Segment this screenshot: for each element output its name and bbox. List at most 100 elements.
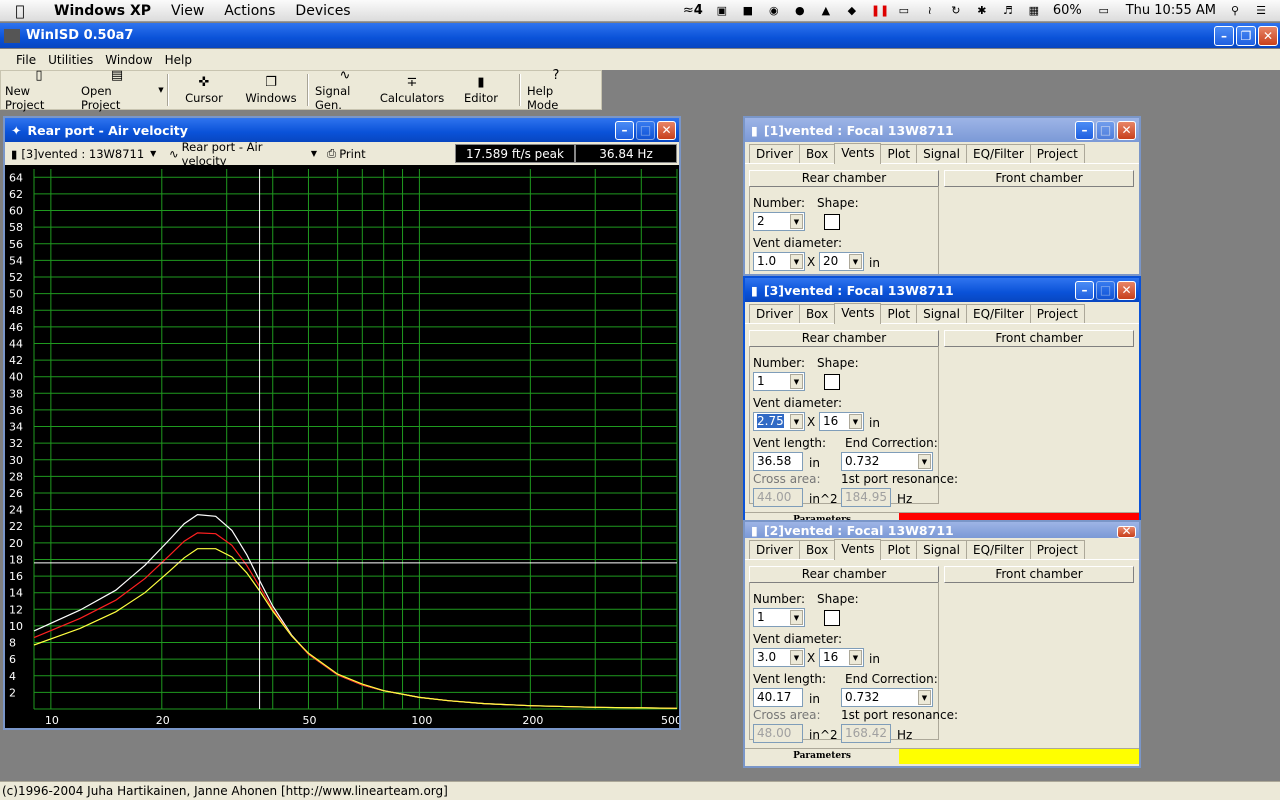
editor-button[interactable]: ▮ Editor [445, 71, 517, 109]
app-icon[interactable] [4, 28, 20, 43]
tab-signal[interactable]: Signal [916, 540, 967, 559]
tab-project[interactable]: Project [1029, 540, 1085, 559]
tab-vents[interactable]: Vents [834, 303, 882, 324]
tray-icon-2[interactable]: ■ [741, 4, 755, 17]
tab-box[interactable]: Box [798, 144, 836, 163]
mac-menu-actions[interactable]: Actions [214, 3, 285, 19]
close-button[interactable]: ✕ [1117, 280, 1136, 300]
battery-percent[interactable]: 60% [1053, 3, 1082, 18]
graph-minimize-button[interactable]: – [615, 120, 634, 140]
vent-diameter-value[interactable]: 2.75 [757, 414, 784, 428]
tab-eq-filter[interactable]: EQ/Filter [965, 144, 1031, 163]
shield-icon[interactable]: ▲ [819, 4, 833, 17]
front-chamber-button[interactable]: Front chamber [944, 330, 1134, 347]
number-select[interactable]: 1 ▼ [753, 372, 805, 391]
tab-signal[interactable]: Signal [916, 144, 967, 163]
menu-help[interactable]: Help [159, 53, 198, 67]
tab-driver[interactable]: Driver [749, 144, 800, 163]
calendar-icon[interactable]: ▦ [1027, 4, 1041, 17]
maximize-button[interactable]: □ [1096, 280, 1115, 300]
minimize-button[interactable]: – [1075, 120, 1094, 140]
project-window-2-title-bar[interactable]: ▮ [2]vented : Focal 13W8711 ✕ [745, 522, 1139, 538]
vent-diameter-select[interactable]: 3.0 ▼ [753, 648, 805, 667]
plot-area[interactable]: 2 4 6 8 10 12 14 16 18 20 22 24 26 28 30 32 34 36 38 40 42 44… [5, 165, 682, 728]
cursor-button[interactable]: ✜ Cursor [171, 71, 237, 109]
graph-window-title-bar[interactable]: ✦ Rear port - Air velocity – □ ✕ [5, 118, 679, 142]
tab-box[interactable]: Box [798, 540, 836, 559]
front-chamber-button[interactable]: Front chamber [944, 566, 1134, 583]
tray-icon-3[interactable]: ◉ [767, 4, 781, 17]
close-button[interactable]: ✕ [1117, 525, 1136, 538]
vent-count-select[interactable]: 20 ▼ [819, 252, 864, 271]
open-project-button[interactable]: ▤ Open Project [77, 68, 157, 112]
tray-icon-5[interactable]: ◆ [845, 4, 859, 17]
tab-project[interactable]: Project [1029, 144, 1085, 163]
vent-diameter-select[interactable]: 2.75 ▼ [753, 412, 805, 431]
timemachine-icon[interactable]: ↻ [949, 4, 963, 17]
graph-maximize-button[interactable]: □ [636, 120, 655, 140]
windows-button[interactable]: ❐ Windows [237, 71, 305, 109]
tab-driver[interactable]: Driver [749, 540, 800, 559]
tab-plot[interactable]: Plot [880, 144, 918, 163]
menu-file[interactable]: File [0, 53, 42, 67]
minimize-button[interactable]: – [1214, 25, 1234, 46]
tray-icon-4[interactable]: ● [793, 4, 807, 17]
maximize-button[interactable]: □ [1096, 120, 1115, 140]
number-select[interactable]: 2 ▼ [753, 212, 805, 231]
tab-driver[interactable]: Driver [749, 304, 800, 323]
project-window-1-title-bar[interactable]: ▮ [1]vented : Focal 13W8711 – □ ✕ [745, 118, 1139, 142]
end-correction-select[interactable]: 0.732 ▼ [841, 688, 933, 707]
close-button[interactable]: ✕ [1117, 120, 1136, 140]
front-chamber-button[interactable]: Front chamber [944, 170, 1134, 187]
project-select[interactable]: ▮ [3]vented : 13W8711 ▼ [11, 147, 159, 161]
number-select[interactable]: 1 ▼ [753, 608, 805, 627]
vent-diameter-select[interactable]: 1.0 ▼ [753, 252, 805, 271]
shape-selector[interactable] [824, 374, 840, 390]
graph-close-button[interactable]: ✕ [657, 120, 676, 140]
tab-plot[interactable]: Plot [880, 304, 918, 323]
vent-length-input[interactable]: 36.58 [753, 452, 803, 471]
open-project-dropdown[interactable]: ▼ [157, 71, 165, 109]
tab-signal[interactable]: Signal [916, 304, 967, 323]
mac-menu-view[interactable]: View [161, 3, 214, 19]
project-window-3-title-bar[interactable]: ▮ [3]vented : Focal 13W8711 – □ ✕ [745, 278, 1139, 302]
display-icon[interactable]: ▭ [897, 4, 911, 17]
restore-button[interactable]: ❐ [1236, 25, 1256, 46]
shape-selector[interactable] [824, 610, 840, 626]
tab-eq-filter[interactable]: EQ/Filter [965, 304, 1031, 323]
menu-window[interactable]: Window [99, 53, 158, 67]
clock[interactable]: Thu 10:55 AM [1126, 3, 1216, 18]
rear-chamber-button[interactable]: Rear chamber [749, 330, 939, 347]
volume-icon[interactable]: ♬ [1001, 4, 1015, 17]
print-button[interactable]: ⎙ Print [327, 146, 366, 161]
spotlight-search-icon[interactable]: ⚲ [1228, 4, 1242, 17]
vent-count-select[interactable]: 16 ▼ [819, 648, 864, 667]
apple-icon[interactable]:  [0, 2, 40, 20]
calculators-button[interactable]: ∓ Calculators [379, 71, 445, 109]
tab-vents[interactable]: Vents [834, 143, 882, 164]
mac-app-name[interactable]: Windows XP [40, 3, 161, 19]
end-correction-select[interactable]: 0.732 ▼ [841, 452, 933, 471]
adobe-icon[interactable]: ≈4 [683, 3, 703, 18]
new-project-button[interactable]: ▯ New Project [1, 68, 77, 112]
close-button[interactable]: ✕ [1258, 25, 1278, 46]
tab-vents[interactable]: Vents [834, 539, 882, 560]
tab-plot[interactable]: Plot [880, 540, 918, 559]
mac-menu-devices[interactable]: Devices [285, 3, 360, 19]
help-mode-button[interactable]: ? Help Mode [523, 68, 589, 112]
signal-gen-button[interactable]: ∿ Signal Gen. [311, 68, 379, 112]
minimize-button[interactable]: – [1075, 280, 1094, 300]
pause-icon[interactable]: ❚❚ [871, 4, 889, 17]
rear-chamber-button[interactable]: Rear chamber [749, 566, 939, 583]
tab-project[interactable]: Project [1029, 304, 1085, 323]
tray-icon-1[interactable]: ▣ [715, 4, 729, 17]
tab-eq-filter[interactable]: EQ/Filter [965, 540, 1031, 559]
air-velocity-chart[interactable]: 2468101214161820222426283032343638404244… [5, 165, 682, 728]
shape-selector[interactable] [824, 214, 840, 230]
graph-type-select[interactable]: ∿ Rear port - Air velocity ▼ [169, 140, 317, 168]
bluetooth-icon[interactable]: ✱ [975, 4, 989, 17]
vent-length-input[interactable]: 40.17 [753, 688, 803, 707]
menu-utilities[interactable]: Utilities [42, 53, 99, 67]
tab-box[interactable]: Box [798, 304, 836, 323]
wifi-icon[interactable]: ≀ [923, 4, 937, 17]
